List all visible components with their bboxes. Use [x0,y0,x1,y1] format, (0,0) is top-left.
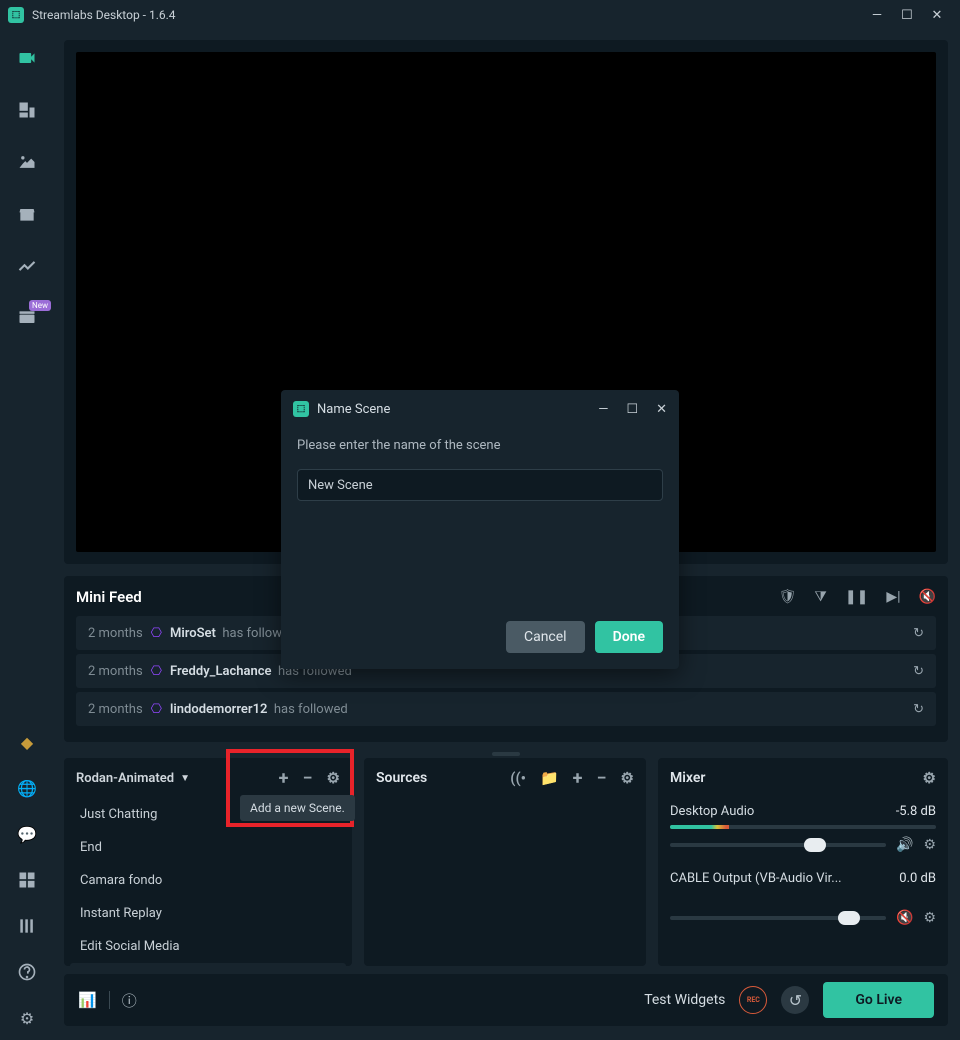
rail-chat-icon[interactable]: 💬 [15,822,39,846]
titlebar: ⬚ Streamlabs Desktop - 1.6.4 — ☐ ✕ [0,0,960,30]
feed-user: lindodemorrer12 [170,702,267,717]
chevron-down-icon: ▼ [180,773,190,784]
mixer-title: Mixer [670,770,705,786]
divider [109,991,110,1009]
minimize-icon[interactable]: — [862,0,892,30]
feed-row[interactable]: 2 months ⎔ lindodemorrer12 has followed … [76,692,936,726]
footer-bar: 📊 ⓘ Test Widgets REC ↺ Go Live [64,974,948,1026]
sources-title: Sources [376,770,427,786]
twitch-icon: ⎔ [151,664,162,679]
modal-maximize-icon[interactable]: ☐ [626,402,638,417]
feed-age: 2 months [88,702,143,717]
add-scene-tooltip: Add a new Scene. [240,795,355,821]
scene-item[interactable]: Edit Social Media [70,930,346,962]
test-widgets-button[interactable]: Test Widgets [644,992,725,1008]
maximize-icon[interactable]: ☐ [892,0,922,30]
mixer-channel: Desktop Audio -5.8 dB 🔊 ⚙ [670,804,936,853]
feed-user: Freddy_Lachance [170,664,272,679]
rail-help-icon[interactable] [15,960,39,984]
scene-item[interactable]: Starting Countdown / Cuenta atrás [70,963,346,966]
twitch-icon: ⎔ [151,702,162,717]
remove-source-button[interactable]: − [596,768,606,789]
modal-close-icon[interactable]: ✕ [656,402,667,417]
modal-app-icon: ⬚ [293,401,309,417]
mixer-settings-icon[interactable]: ⚙ [923,769,936,787]
info-icon[interactable]: ⓘ [122,990,137,1011]
speaker-icon[interactable]: 🔊 [896,837,913,853]
window-controls: — ☐ ✕ [862,0,952,30]
add-source-button[interactable]: + [573,768,583,789]
mute-alerts-icon[interactable]: 🔇 [919,589,936,605]
modal-prompt: Please enter the name of the scene [297,438,663,453]
feed-user: MiroSet [170,626,216,641]
rail-store[interactable] [15,202,39,226]
skip-icon[interactable]: ▶| [886,589,900,605]
replay-alert-icon[interactable]: ↻ [913,664,924,679]
sources-panel: Sources ((• 📁 + − ⚙ [364,758,646,966]
studio-mode-icon[interactable]: ((• [510,769,526,787]
mixer-channel: CABLE Output (VB-Audio Vir... 0.0 dB 🔇 ⚙ [670,871,936,926]
pause-icon[interactable]: ❚❚ [845,589,868,605]
feed-age: 2 months [88,626,143,641]
scene-item[interactable]: Instant Replay [70,897,346,929]
add-folder-icon[interactable]: 📁 [540,769,559,787]
feed-action: has followed [274,702,348,717]
volume-slider[interactable] [670,843,886,847]
rail-editor[interactable] [15,46,39,70]
app-title: Streamlabs Desktop - 1.6.4 [32,8,176,22]
volume-slider[interactable] [670,916,886,920]
rail-layouts[interactable] [15,98,39,122]
remove-scene-button[interactable]: − [302,768,312,789]
name-scene-modal: ⬚ Name Scene — ☐ ✕ Please enter the name… [281,390,679,669]
go-live-button[interactable]: Go Live [823,982,934,1018]
cancel-button[interactable]: Cancel [506,621,585,653]
rail-apps-icon[interactable] [15,868,39,892]
left-rail: New ◆ 🌐 💬 ⚙ [0,30,54,1040]
scene-settings-icon[interactable]: ⚙ [327,769,340,787]
rail-globe-icon[interactable]: 🌐 [15,776,39,800]
resize-handle[interactable] [64,750,948,758]
replay-alert-icon[interactable]: ↻ [913,626,924,641]
mini-feed-title: Mini Feed [76,588,142,606]
rail-org-icon[interactable]: ◆ [15,730,39,754]
channel-settings-icon[interactable]: ⚙ [923,910,936,926]
shield-icon[interactable]: 🛡 [779,589,797,605]
audio-meter [670,825,936,829]
scenes-panel: Rodan-Animated ▼ + − ⚙ Just Chatting End… [64,758,352,966]
channel-settings-icon[interactable]: ⚙ [923,837,936,853]
mute-icon[interactable]: 🔇 [896,910,913,926]
replay-alert-icon[interactable]: ↻ [913,702,924,717]
rail-themes[interactable] [15,150,39,174]
feed-age: 2 months [88,664,143,679]
scene-item[interactable]: Camara fondo [70,864,346,896]
filter-icon[interactable]: ⧩ [814,589,827,605]
new-badge: New [29,300,51,311]
replay-buffer-button[interactable]: ↺ [781,986,809,1014]
rail-analytics[interactable] [15,254,39,278]
channel-db: 0.0 dB [899,871,936,886]
scene-collection-label: Rodan-Animated [76,771,174,786]
scene-collection-dropdown[interactable]: Rodan-Animated ▼ [76,771,190,786]
done-button[interactable]: Done [595,621,663,653]
channel-name: Desktop Audio [670,804,754,819]
channel-name: CABLE Output (VB-Audio Vir... [670,871,842,886]
source-settings-icon[interactable]: ⚙ [621,769,634,787]
scenes-list: Just Chatting End Camara fondo Instant R… [64,798,352,966]
modal-minimize-icon[interactable]: — [598,402,608,417]
record-button[interactable]: REC [739,986,767,1014]
scene-item[interactable]: End [70,831,346,863]
rail-settings-icon[interactable]: ⚙ [15,1006,39,1030]
add-scene-button[interactable]: + [279,768,289,789]
rail-highlighter[interactable]: New [15,306,39,330]
scene-name-input[interactable] [297,469,663,501]
modal-title: Name Scene [317,402,390,417]
app-icon: ⬚ [8,7,24,23]
stats-icon[interactable]: 📊 [78,991,97,1009]
twitch-icon: ⎔ [151,626,162,641]
close-icon[interactable]: ✕ [922,0,952,30]
channel-db: -5.8 dB [896,804,936,819]
rail-mixer-icon[interactable] [15,914,39,938]
mixer-panel: Mixer ⚙ Desktop Audio -5.8 dB [658,758,948,966]
